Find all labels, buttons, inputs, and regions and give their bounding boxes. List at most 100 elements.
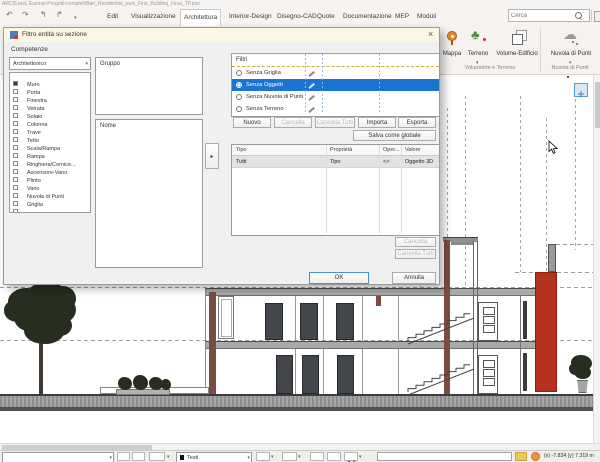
radio-icon-selected[interactable] (236, 82, 242, 88)
move-down-button[interactable]: ↓ (132, 452, 145, 461)
status-bar: ▾ ↑ ↓ ▾ Testi ▾ ◯ ▾ A ▾ ↻ ▤ ▾ (x) -7.834… (0, 450, 600, 462)
filter-row[interactable]: Senza Terreno (232, 103, 439, 115)
rotate-view-button[interactable]: ↻ (310, 452, 324, 461)
radio-icon[interactable] (236, 94, 242, 100)
filter-label: Senza Nuvola di Punti (246, 94, 304, 100)
pencil-icon[interactable] (308, 70, 315, 77)
scrollbar-thumb[interactable] (595, 82, 600, 128)
entity-label: Nuvola di Punti (27, 194, 64, 200)
pencil-icon[interactable] (308, 82, 315, 89)
filter-row[interactable]: Senza Nuvola di Punti (232, 91, 439, 103)
dialog-titlebar[interactable]: Filtro entità su sezione × (4, 28, 439, 42)
cancella-button[interactable]: Cancella (274, 117, 312, 128)
col-header-tipo: Tipo (236, 147, 247, 153)
move-up-button[interactable]: ↑ (117, 452, 130, 461)
tab-mep[interactable]: MEP (392, 9, 412, 25)
partition-wall (398, 349, 399, 395)
tab-edit[interactable]: Edit (104, 9, 121, 25)
potted-plant-foliage (569, 363, 582, 375)
ok-button[interactable]: OK (309, 272, 369, 284)
salva-come-globale-button[interactable]: Salva come globale (353, 130, 436, 141)
redo-icon[interactable]: ↷ (22, 10, 29, 19)
chevron-down-icon[interactable]: ▾ (167, 454, 170, 460)
tree-red-dot (483, 38, 486, 41)
left-wall (209, 292, 216, 395)
filter-row[interactable]: Senza Griglia (232, 67, 439, 79)
importa-button[interactable]: Importa (358, 117, 396, 128)
discipline-dropdown[interactable]: Architettonico ▾ (9, 57, 91, 70)
clipped-toolbar-icon[interactable] (594, 11, 600, 22)
ribbon-button-volume-edificio[interactable]: Volume-Edificio (494, 28, 540, 68)
snap-settings-icon[interactable] (515, 452, 527, 461)
competenze-label: Competenze (11, 46, 48, 53)
dark-door (276, 355, 293, 394)
tab-disegno-cad[interactable]: Disegno-CAD (274, 9, 320, 25)
layer-dropdown[interactable]: ▾ (2, 452, 114, 462)
dialog-app-icon-accent (14, 35, 18, 39)
pencil-icon[interactable] (308, 106, 315, 113)
pencil-icon[interactable] (308, 94, 315, 101)
entity-checkbox[interactable] (13, 209, 18, 212)
chevron-down-icon[interactable]: ▾ (359, 454, 362, 460)
floor-slab (205, 341, 536, 349)
quick-access-chevron-down-icon[interactable]: ▾ (74, 15, 77, 21)
ribbon-button-label: Nuvola di Punti (550, 51, 592, 57)
filters-col-divider (322, 54, 323, 114)
partition-wall (323, 349, 324, 395)
polyline-tool-button[interactable] (344, 452, 358, 462)
draw-tool-button[interactable] (149, 452, 165, 461)
entity-label: Colonna (27, 122, 48, 128)
tab-moduli[interactable]: Moduli (414, 9, 439, 25)
radio-icon[interactable] (236, 106, 242, 112)
tab-visualizzazione[interactable]: Visualizzazione (128, 9, 179, 25)
north-compass-button[interactable]: A (282, 452, 297, 461)
partition-wall (295, 296, 296, 341)
chevron-down-icon[interactable]: ▾ (271, 454, 274, 460)
text-style-combo[interactable]: Testi ▾ (176, 452, 252, 462)
horizontal-scrollbar[interactable] (0, 443, 600, 450)
vertical-scrollbar[interactable] (593, 75, 600, 443)
image-tool-button[interactable]: ▤ (327, 452, 341, 461)
white-door-frame (221, 299, 232, 337)
tab-architettura[interactable]: Architettura (180, 9, 222, 26)
user-presence-icon[interactable] (531, 452, 540, 461)
col-header-valore: Valore (405, 147, 421, 153)
gruppo-listbox[interactable]: Gruppo (95, 57, 203, 115)
entity-list[interactable]: Muro Porta Finestra Vetrata Solaio Colon… (9, 72, 91, 213)
command-input[interactable] (377, 452, 512, 461)
door-pane (483, 378, 495, 386)
criteria-table[interactable]: Tipo Proprietà Oper... Valore Tutti Tipo… (231, 144, 440, 236)
cancella-tutti-button[interactable]: Cancella Tutti (315, 117, 355, 128)
ribbon-group-label: Nuvola di Punti (551, 65, 589, 71)
esporta-button[interactable]: Esporta (398, 117, 436, 128)
entity-label: Trave (27, 130, 41, 136)
chevron-down-icon: ▾ (109, 455, 112, 461)
back-icon[interactable]: ↰ (40, 10, 47, 19)
grid-line (465, 96, 466, 288)
cancella-row-button[interactable]: Cancella (395, 237, 436, 247)
cancella-tutti-row-button[interactable]: Cancella Tutti (395, 249, 436, 259)
partition-wall (295, 349, 296, 395)
chevron-down-icon[interactable]: ▾ (298, 454, 301, 460)
plant-pot (577, 380, 588, 393)
nuovo-button[interactable]: Nuovo (233, 117, 271, 128)
nome-listbox[interactable]: Nome (95, 119, 203, 268)
tab-interior-design[interactable]: Interior-Design (226, 9, 275, 25)
undo-icon[interactable]: ↶ (6, 10, 13, 19)
filters-table[interactable]: Filtri Senza Griglia Senza Oggetti Senza… (231, 53, 440, 117)
selected-tool-button[interactable]: ✛ (574, 83, 588, 99)
close-icon[interactable]: × (428, 29, 433, 39)
transfer-button[interactable]: ▸ (205, 143, 219, 169)
annulla-button[interactable]: Annulla (392, 272, 436, 284)
ribbon-group-label: Volumetrie e Terreno (464, 65, 516, 71)
chevron-down-icon: ▾ (247, 455, 250, 461)
criteria-row[interactable]: Tutti Tipo <> Oggetto 3D (232, 156, 439, 168)
door-pane (483, 360, 495, 368)
tab-quote[interactable]: Quote (314, 9, 338, 25)
radio-icon[interactable] (236, 70, 242, 76)
filter-row-selected[interactable]: Senza Oggetti (232, 79, 439, 91)
tab-documentazione[interactable]: Documentazione (340, 9, 395, 25)
circle-tool-button[interactable]: ◯ (256, 452, 270, 461)
forward-icon[interactable]: ↱ (56, 10, 63, 19)
criteria-col-divider (379, 145, 380, 233)
